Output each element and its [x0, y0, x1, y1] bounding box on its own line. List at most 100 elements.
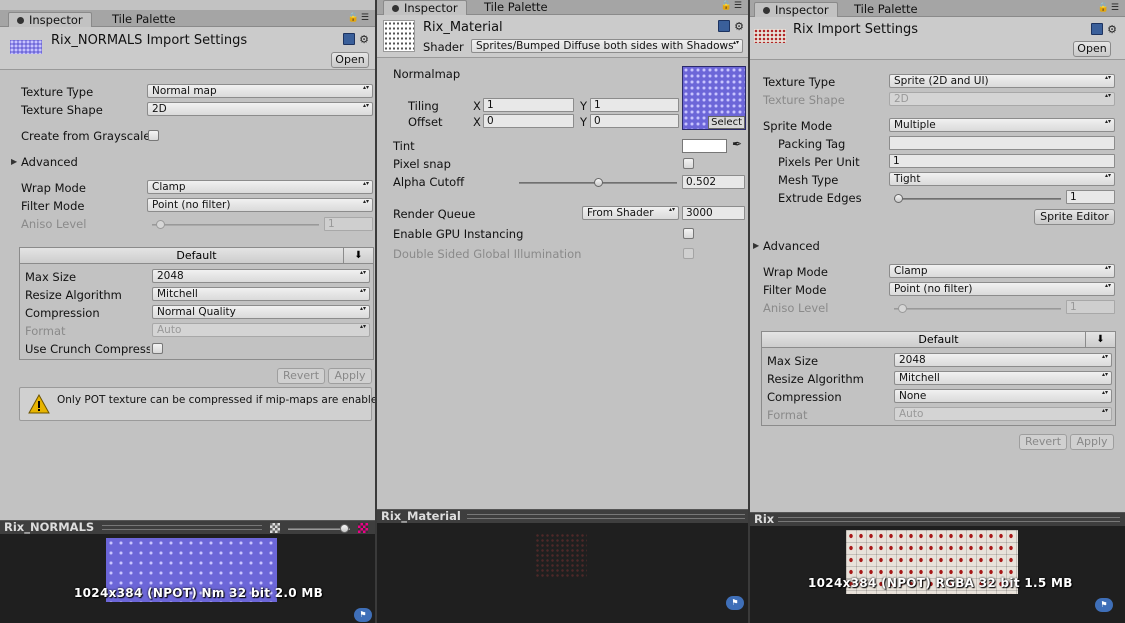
preview-drag-handle[interactable] [102, 525, 262, 530]
mip-slider-knob[interactable] [340, 524, 349, 533]
preview-drag-handle[interactable] [467, 514, 745, 519]
filter-mode-dropdown[interactable]: Point (no filter) [889, 282, 1115, 296]
slider-knob[interactable] [156, 220, 165, 229]
label-tag-icon[interactable]: ⚑ [726, 596, 744, 610]
advanced-foldout[interactable]: Advanced [21, 155, 78, 169]
alpha-checker-icon[interactable] [358, 523, 368, 533]
advanced-foldout-icon[interactable]: ▶ [753, 241, 759, 250]
preview-area: Rix_NORMALS 1024x384 (NPOT) Nm 32 bit 2.… [0, 520, 375, 623]
texture-type-label: Texture Type [21, 85, 94, 99]
lock-menu-icons[interactable]: 🔒☰ [721, 1, 744, 11]
aniso-level-slider[interactable] [894, 304, 1061, 313]
create-grayscale-checkbox[interactable] [148, 130, 159, 141]
alpha-cutoff-knob[interactable] [593, 178, 603, 187]
advanced-foldout-icon[interactable]: ▶ [11, 157, 17, 166]
filter-mode-dropdown[interactable]: Point (no filter) [147, 198, 373, 212]
tab-inspector[interactable]: Inspector [8, 12, 92, 27]
tab-tile-palette[interactable]: Tile Palette [104, 12, 184, 27]
sprite-mode-label: Sprite Mode [763, 119, 833, 133]
download-icon[interactable]: ⬇ [343, 248, 373, 264]
gear-icon[interactable]: ⚙ [734, 20, 744, 33]
eyedropper-icon[interactable]: ✒ [732, 137, 742, 151]
tiling-x-field[interactable]: 1 [483, 98, 574, 112]
wrap-mode-dropdown[interactable]: Clamp [889, 264, 1115, 278]
render-queue-dropdown[interactable]: From Shader [582, 206, 679, 220]
header-icons[interactable]: ⚙ [1091, 23, 1117, 36]
resize-algorithm-label: Resize Algorithm [767, 372, 864, 386]
extrude-edges-slider[interactable] [894, 194, 1061, 203]
pixels-per-unit-field[interactable]: 1 [889, 154, 1115, 168]
label-tag-icon[interactable]: ⚑ [354, 608, 372, 622]
gpu-instancing-checkbox[interactable] [683, 228, 694, 239]
normalmap-texture-slot[interactable]: Select [682, 66, 746, 130]
platform-tab-default[interactable]: Default [762, 332, 1115, 348]
render-queue-label: Render Queue [393, 207, 476, 221]
alpha-cutoff-slider[interactable] [519, 178, 677, 187]
header-icons[interactable]: ⚙ [343, 33, 369, 46]
mip-slider[interactable] [288, 524, 350, 533]
lock-menu-icons[interactable]: 🔒☰ [348, 13, 371, 23]
resize-algorithm-dropdown[interactable]: Mitchell [894, 371, 1112, 385]
revert-button[interactable]: Revert [1019, 434, 1067, 450]
offset-y-field[interactable]: 0 [590, 114, 679, 128]
preview-title: Rix [754, 512, 775, 526]
download-icon[interactable]: ⬇ [1085, 332, 1115, 348]
aniso-level-slider[interactable] [152, 220, 319, 229]
gear-icon[interactable]: ⚙ [1107, 23, 1117, 36]
help-book-icon[interactable] [718, 20, 731, 32]
lock-menu-icons[interactable]: 🔒☰ [1098, 3, 1121, 13]
tab-inspector[interactable]: Inspector [383, 0, 467, 15]
sprite-mode-dropdown[interactable]: Multiple [889, 118, 1115, 132]
tab-tile-palette[interactable]: Tile Palette [476, 0, 556, 15]
checker-icon[interactable] [270, 523, 280, 533]
help-book-icon[interactable] [343, 33, 356, 45]
compression-dropdown[interactable]: Normal Quality [152, 305, 370, 319]
aniso-level-field[interactable]: 1 [324, 217, 373, 231]
compression-label: Compression [25, 306, 100, 320]
offset-x-field[interactable]: 0 [483, 114, 574, 128]
gear-icon[interactable]: ⚙ [359, 33, 369, 46]
mesh-type-dropdown[interactable]: Tight [889, 172, 1115, 186]
wrap-mode-dropdown[interactable]: Clamp [147, 180, 373, 194]
slider-knob[interactable] [894, 194, 903, 203]
texture-shape-dropdown[interactable]: 2D [889, 92, 1115, 106]
preview-title: Rix_NORMALS [4, 520, 95, 534]
header-icons[interactable]: ⚙ [718, 20, 744, 33]
texture-type-dropdown[interactable]: Sprite (2D and UI) [889, 74, 1115, 88]
texture-type-dropdown[interactable]: Normal map [147, 84, 373, 98]
format-dropdown[interactable]: Auto [894, 407, 1112, 421]
platform-tab-default[interactable]: Default [20, 248, 373, 264]
packing-tag-field[interactable] [889, 136, 1115, 150]
wrap-mode-label: Wrap Mode [763, 265, 828, 279]
crunch-checkbox[interactable] [152, 343, 163, 354]
tab-inspector[interactable]: Inspector [754, 2, 838, 17]
preview-drag-handle[interactable] [778, 517, 1120, 522]
open-button[interactable]: Open [331, 52, 369, 68]
select-texture-button[interactable]: Select [708, 116, 745, 129]
advanced-foldout[interactable]: Advanced [763, 239, 820, 253]
aniso-level-field[interactable]: 1 [1066, 300, 1115, 314]
open-button[interactable]: Open [1073, 41, 1111, 57]
tab-tile-palette[interactable]: Tile Palette [846, 2, 926, 17]
label-tag-icon[interactable]: ⚑ [1095, 598, 1113, 612]
alpha-cutoff-field[interactable]: 0.502 [682, 175, 745, 189]
revert-button[interactable]: Revert [277, 368, 325, 384]
apply-button[interactable]: Apply [328, 368, 372, 384]
texture-shape-dropdown[interactable]: 2D [147, 102, 373, 116]
shader-dropdown[interactable]: Sprites/Bumped Diffuse both sides with S… [471, 39, 743, 53]
double-sided-gi-checkbox[interactable] [683, 248, 694, 259]
sprite-editor-button[interactable]: Sprite Editor [1034, 209, 1115, 225]
help-book-icon[interactable] [1091, 23, 1104, 35]
apply-button[interactable]: Apply [1070, 434, 1114, 450]
slider-knob[interactable] [898, 304, 907, 313]
extrude-edges-field[interactable]: 1 [1066, 190, 1115, 204]
pixel-snap-checkbox[interactable] [683, 158, 694, 169]
format-dropdown[interactable]: Auto [152, 323, 370, 337]
render-queue-field[interactable]: 3000 [682, 206, 745, 220]
max-size-dropdown[interactable]: 2048 [894, 353, 1112, 367]
tiling-y-field[interactable]: 1 [590, 98, 679, 112]
tint-color-field[interactable] [682, 139, 727, 153]
max-size-dropdown[interactable]: 2048 [152, 269, 370, 283]
compression-dropdown[interactable]: None [894, 389, 1112, 403]
resize-algorithm-dropdown[interactable]: Mitchell [152, 287, 370, 301]
